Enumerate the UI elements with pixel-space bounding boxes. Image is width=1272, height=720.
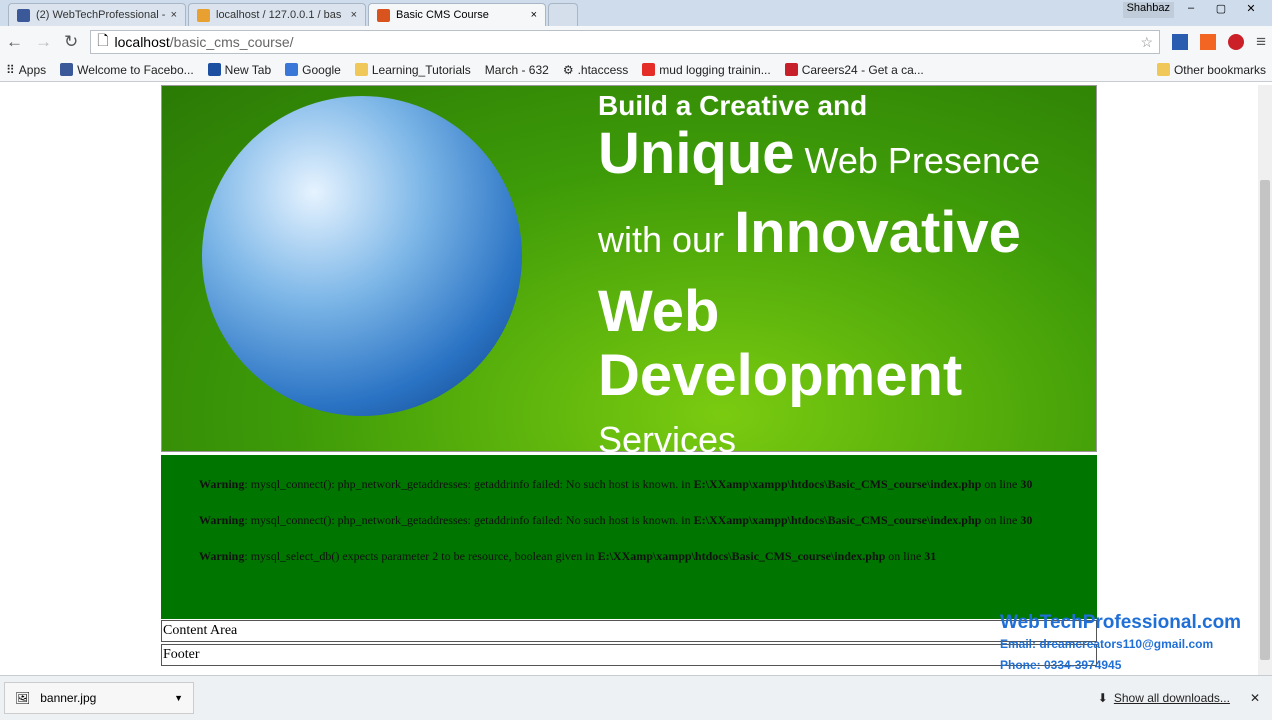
globe-image bbox=[202, 96, 522, 416]
warning-message: Warning: mysql_connect(): php_network_ge… bbox=[199, 477, 1033, 491]
bookmark-apps[interactable]: ⠿ Apps bbox=[6, 63, 46, 77]
new-tab-button[interactable] bbox=[548, 3, 578, 26]
scrollbar-thumb[interactable] bbox=[1260, 180, 1270, 660]
facebook-icon bbox=[17, 8, 30, 22]
menu-icon[interactable]: ≡ bbox=[1256, 32, 1266, 52]
tab-title: localhost / 127.0.0.1 / bas bbox=[216, 9, 342, 21]
address-path: /basic_cms_course/ bbox=[169, 34, 294, 50]
image-file-icon: 🖼 bbox=[15, 691, 31, 705]
warning-message: Warning: mysql_connect(): php_network_ge… bbox=[199, 513, 1033, 527]
downloads-bar: 🖼 banner.jpg ▼ ⬇ Show all downloads... ✕ bbox=[0, 675, 1272, 720]
close-icon[interactable]: × bbox=[351, 9, 357, 21]
bookmark-mud-logging[interactable]: mud logging trainin... bbox=[642, 63, 771, 77]
close-icon[interactable]: × bbox=[531, 9, 537, 21]
banner-line: Build a Creative and bbox=[598, 90, 868, 121]
banner-text: with our bbox=[598, 219, 735, 260]
tab-facebook[interactable]: (2) WebTechProfessional - × bbox=[8, 3, 186, 26]
tab-phpmyadmin[interactable]: localhost / 127.0.0.1 / bas × bbox=[188, 3, 366, 26]
banner-text: Web Presence bbox=[794, 140, 1041, 181]
page-icon: 🗋 bbox=[97, 32, 109, 48]
forward-icon[interactable]: → bbox=[35, 32, 52, 52]
address-host: localhost bbox=[114, 34, 170, 50]
banner-text: Web Development bbox=[598, 279, 963, 408]
bookmark-learning-tutorials[interactable]: Learning_Tutorials bbox=[354, 63, 471, 77]
bookmark-careers24[interactable]: Careers24 - Get a ca... bbox=[784, 63, 924, 77]
extension-icon[interactable] bbox=[1200, 34, 1217, 50]
scrollbar[interactable] bbox=[1258, 85, 1272, 675]
show-all-downloads-link[interactable]: Show all downloads... bbox=[1114, 691, 1230, 705]
reload-icon[interactable]: ↻ bbox=[64, 32, 78, 52]
bookmark-new-tab[interactable]: New Tab bbox=[207, 63, 271, 77]
xampp-icon bbox=[377, 8, 390, 22]
close-icon[interactable]: ✕ bbox=[1250, 691, 1260, 705]
tab-strip: (2) WebTechProfessional - × localhost / 1… bbox=[0, 0, 1272, 26]
content-area: Content Area bbox=[161, 620, 1097, 642]
watermark-email: Email: dreamcreators110@gmail.com bbox=[1000, 637, 1214, 651]
other-bookmarks[interactable]: Other bookmarks bbox=[1156, 63, 1266, 77]
phpmyadmin-icon bbox=[197, 8, 210, 22]
php-warnings: Warning: mysql_connect(): php_network_ge… bbox=[161, 455, 1097, 619]
banner-text: Unique bbox=[598, 121, 795, 186]
tab-title: Basic CMS Course bbox=[396, 9, 489, 21]
close-window-icon[interactable]: ✕ bbox=[1238, 2, 1264, 18]
back-icon[interactable]: ← bbox=[6, 32, 23, 52]
download-filename: banner.jpg bbox=[40, 691, 97, 705]
bookmark-march[interactable]: March - 632 bbox=[485, 63, 549, 77]
pinterest-icon[interactable] bbox=[1228, 34, 1245, 50]
download-item[interactable]: 🖼 banner.jpg ▼ bbox=[4, 682, 194, 714]
bookmark-htaccess[interactable]: ⚙ .htaccess bbox=[563, 63, 628, 77]
download-icon: ⬇ bbox=[1097, 691, 1108, 705]
page-content: Build a Creative and Unique Web Presence… bbox=[0, 85, 1258, 675]
close-icon[interactable]: × bbox=[171, 9, 177, 21]
watermark: WebTechProfessional.com Email: dreamcrea… bbox=[1000, 612, 1241, 676]
watermark-site: WebTechProfessional.com bbox=[1000, 612, 1242, 633]
bookmark-google[interactable]: Google bbox=[285, 63, 341, 77]
maximize-icon[interactable]: ▢ bbox=[1208, 2, 1234, 18]
banner-image: Build a Creative and Unique Web Presence… bbox=[161, 85, 1097, 460]
tab-basic-cms[interactable]: Basic CMS Course × bbox=[368, 3, 546, 26]
warning-message: Warning: mysql_select_db() expects param… bbox=[199, 549, 937, 563]
bookmarks-bar: ⠿ Apps Welcome to Facebo... New Tab Goog… bbox=[0, 58, 1272, 82]
watermark-phone: Phone: 0334-3974945 bbox=[1000, 658, 1122, 672]
bookmark-facebook[interactable]: Welcome to Facebo... bbox=[60, 63, 194, 77]
tab-title: (2) WebTechProfessional - bbox=[36, 9, 165, 21]
star-icon[interactable]: ☆ bbox=[1141, 34, 1154, 51]
address-bar[interactable]: 🗋 localhost/basic_cms_course/ ☆ bbox=[90, 30, 1161, 54]
footer: Footer bbox=[161, 644, 1097, 666]
user-badge[interactable]: Shahbaz bbox=[1122, 2, 1174, 18]
minimize-icon[interactable]: – bbox=[1178, 2, 1204, 18]
banner-text: Innovative bbox=[734, 200, 1021, 265]
chevron-down-icon[interactable]: ▼ bbox=[174, 693, 183, 703]
extension-icon[interactable] bbox=[1172, 34, 1189, 50]
